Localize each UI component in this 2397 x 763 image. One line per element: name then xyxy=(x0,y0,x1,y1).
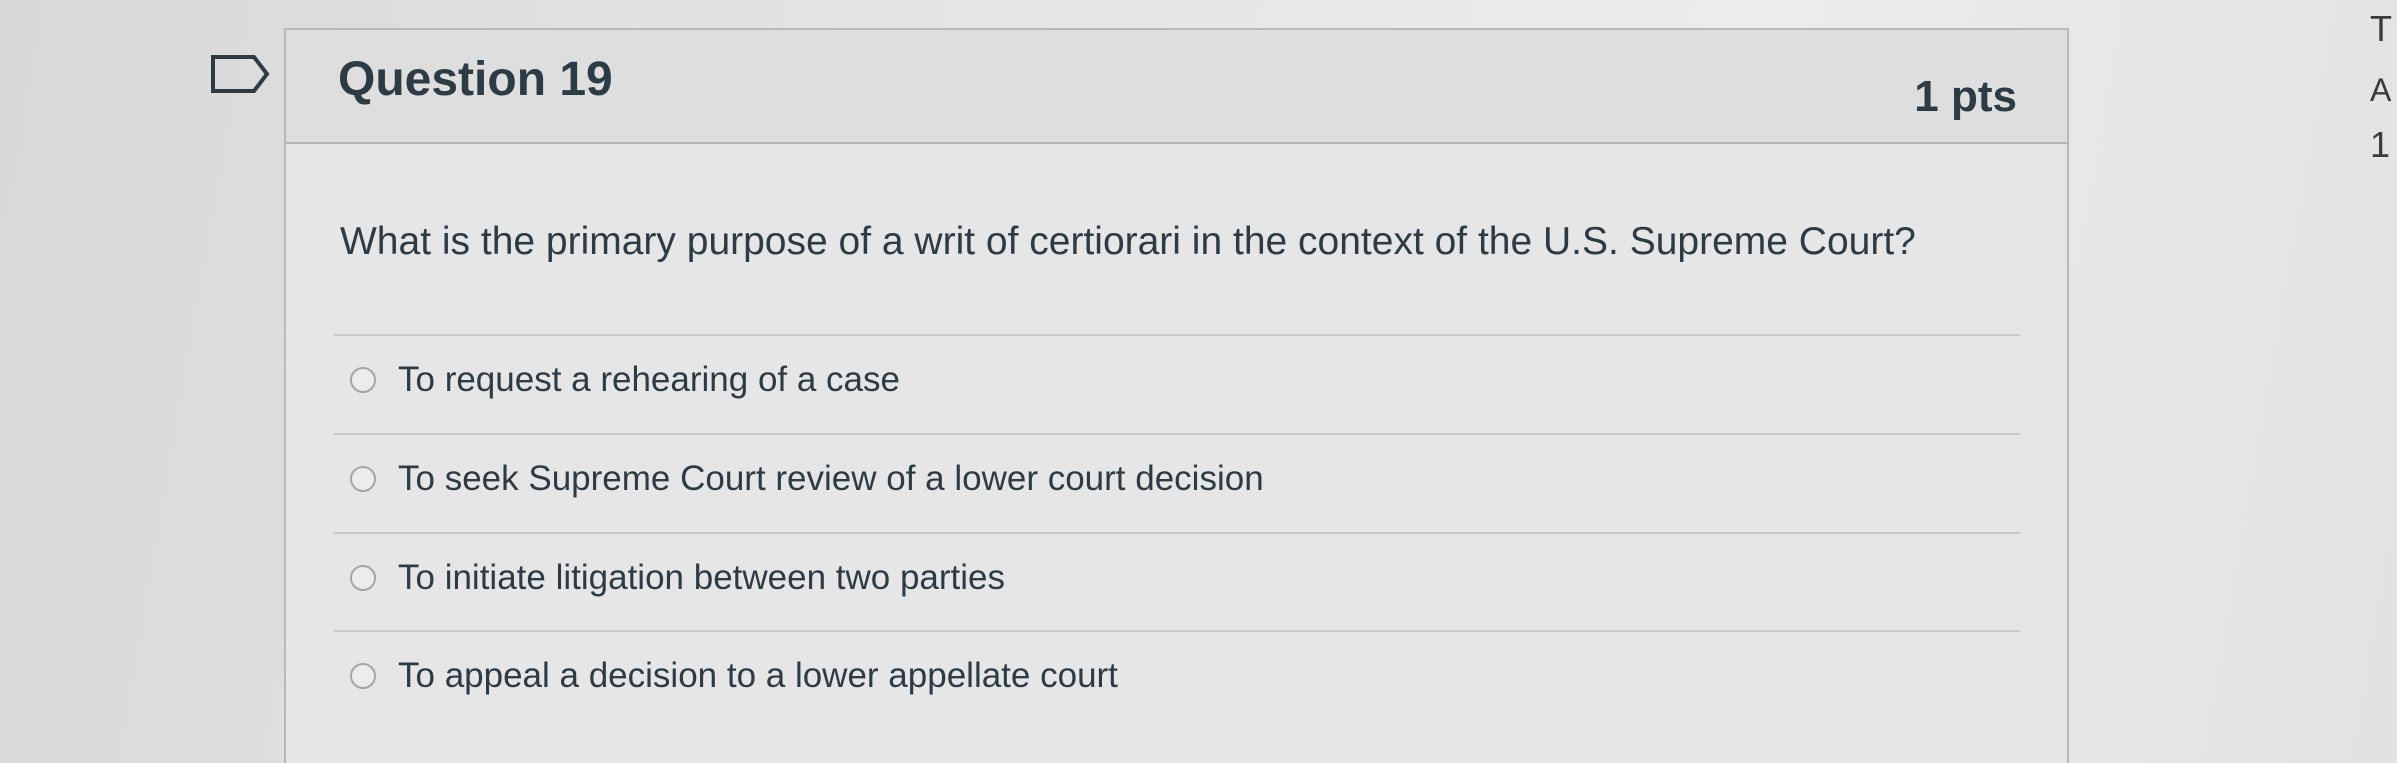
sidebar-text-line-1: T xyxy=(2370,8,2392,49)
answer-label: To request a rehearing of a case xyxy=(398,360,900,399)
answer-option-4[interactable]: To appeal a decision to a lower appellat… xyxy=(350,648,1970,704)
answer-divider xyxy=(334,532,2020,534)
answer-label: To appeal a decision to a lower appellat… xyxy=(398,656,1118,695)
question-title: Question 19 xyxy=(338,53,613,106)
radio-icon[interactable] xyxy=(350,466,376,492)
answer-label: To initiate litigation between two parti… xyxy=(398,558,1006,597)
answer-label: To seek Supreme Court review of a lower … xyxy=(398,459,1264,498)
answer-option-1[interactable]: To request a rehearing of a case xyxy=(350,352,1970,408)
right-sidebar: T A 1 xyxy=(2330,0,2397,200)
radio-icon[interactable] xyxy=(350,367,376,393)
answer-divider xyxy=(334,334,2020,336)
radio-icon[interactable] xyxy=(350,565,376,591)
answer-divider xyxy=(334,433,2020,435)
question-header: Question 19 1 pts xyxy=(286,30,2067,144)
question-card: Question 19 1 pts What is the primary pu… xyxy=(284,28,2069,763)
question-points: 1 pts xyxy=(1914,72,2017,121)
answer-option-3[interactable]: To initiate litigation between two parti… xyxy=(350,550,1970,606)
answer-option-2[interactable]: To seek Supreme Court review of a lower … xyxy=(350,451,1970,507)
flag-question-icon[interactable] xyxy=(210,54,270,94)
radio-icon[interactable] xyxy=(350,663,376,689)
sidebar-text-line-3: 1 xyxy=(2370,124,2391,165)
question-text: What is the primary purpose of a writ of… xyxy=(340,220,1916,263)
sidebar-text-line-2: A xyxy=(2370,72,2392,108)
answer-divider xyxy=(334,630,2020,632)
